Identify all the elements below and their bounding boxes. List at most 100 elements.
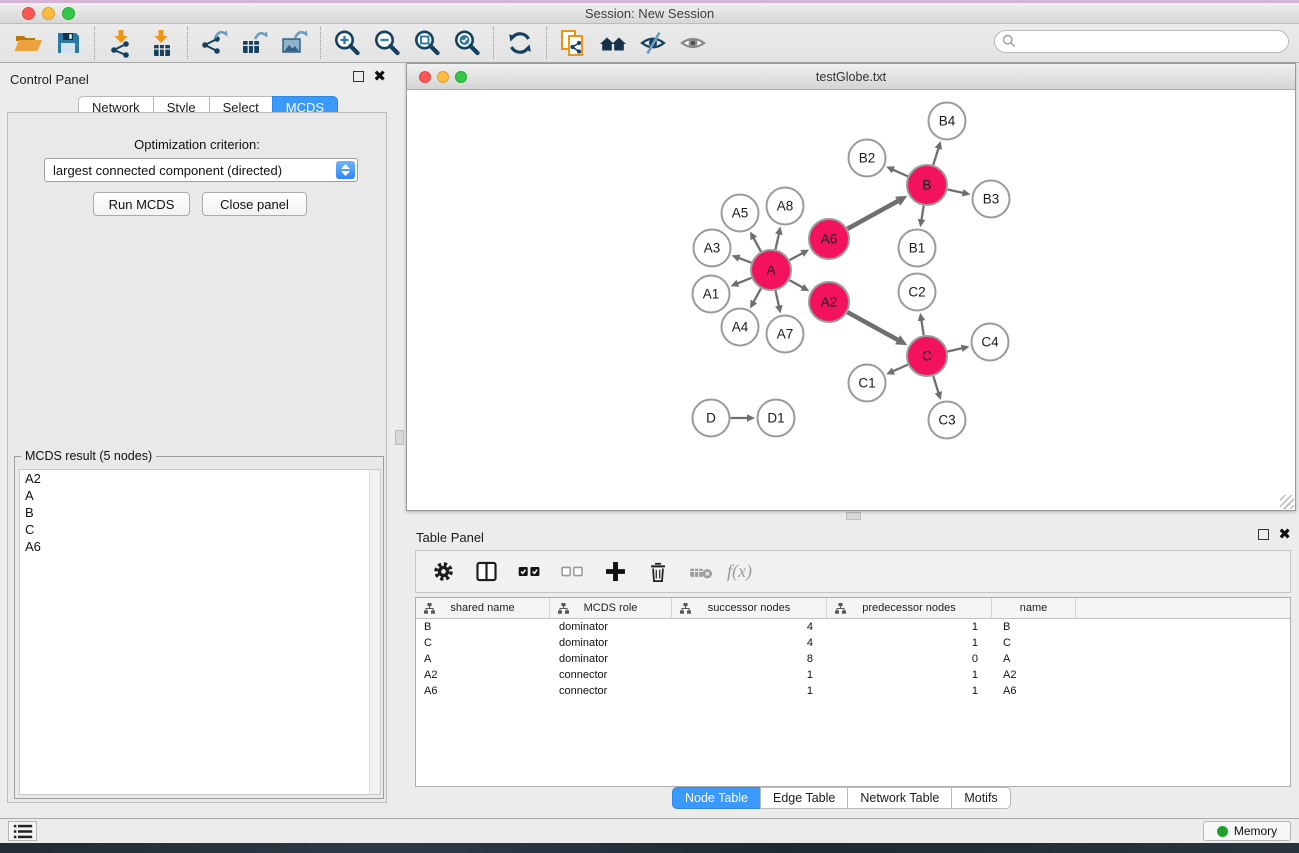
tab-network-table[interactable]: Network Table <box>847 787 952 809</box>
close-panel-icon[interactable]: ✖ <box>373 71 386 82</box>
tab-edge-table[interactable]: Edge Table <box>760 787 848 809</box>
close-panel-button[interactable]: Close panel <box>202 192 307 216</box>
mcds-result-list[interactable]: A2ABCA6 <box>19 469 381 795</box>
table-row[interactable]: A6connector11A6 <box>416 683 1290 699</box>
graph-node-C[interactable]: C <box>907 336 947 376</box>
table-cell[interactable]: A <box>416 653 550 665</box>
graph-node-C2[interactable]: C2 <box>899 274 936 311</box>
add-column-icon[interactable] <box>598 555 632 589</box>
graph-node-A7[interactable]: A7 <box>767 316 804 353</box>
graph-node-A5[interactable]: A5 <box>722 195 759 232</box>
graph-edge[interactable] <box>921 206 923 221</box>
graph-node-B[interactable]: B <box>907 165 947 205</box>
tab-motifs[interactable]: Motifs <box>951 787 1010 809</box>
graph-edge[interactable] <box>933 376 939 394</box>
table-cell[interactable]: 1 <box>827 685 992 697</box>
table-cell[interactable]: B <box>992 621 1076 633</box>
graph-edge[interactable] <box>753 237 761 251</box>
table-cell[interactable]: A2 <box>992 669 1076 681</box>
column-header-shared-name[interactable]: shared name <box>416 598 550 618</box>
graph-node-A8[interactable]: A8 <box>767 188 804 225</box>
table-row[interactable]: A2connector11A2 <box>416 667 1290 683</box>
splitter-grip[interactable] <box>395 430 404 445</box>
export-network-icon[interactable] <box>194 26 234 60</box>
graph-edge[interactable] <box>892 169 908 176</box>
graph-edge[interactable] <box>775 291 779 308</box>
graph-node-A4[interactable]: A4 <box>722 309 759 346</box>
float-panel-icon[interactable] <box>353 71 364 82</box>
export-table-icon[interactable] <box>234 26 274 60</box>
table-cell[interactable]: dominator <box>550 653 672 665</box>
result-item[interactable]: B <box>20 504 380 521</box>
result-item[interactable]: A <box>20 487 380 504</box>
graph-node-A2[interactable]: A2 <box>809 282 849 322</box>
save-icon[interactable] <box>48 26 88 60</box>
graph-node-A1[interactable]: A1 <box>693 276 730 313</box>
vertical-splitter[interactable] <box>394 63 406 818</box>
column-header-successor-nodes[interactable]: successor nodes <box>672 598 827 618</box>
select-all-icon[interactable] <box>512 555 546 589</box>
table-cell[interactable]: 1 <box>672 669 827 681</box>
table-cell[interactable]: C <box>992 637 1076 649</box>
graph-node-C1[interactable]: C1 <box>849 365 886 402</box>
resize-grip-icon[interactable] <box>1280 495 1294 509</box>
table-row[interactable]: Bdominator41B <box>416 619 1290 635</box>
eye-icon[interactable] <box>673 26 713 60</box>
table-cell[interactable]: 4 <box>672 637 827 649</box>
table-cell[interactable]: dominator <box>550 637 672 649</box>
result-item[interactable]: A2 <box>20 470 380 487</box>
refresh-icon[interactable] <box>500 26 540 60</box>
graph-edge[interactable] <box>933 147 939 165</box>
table-cell[interactable]: A6 <box>992 685 1076 697</box>
graph-edge[interactable] <box>847 312 899 340</box>
delete-icon[interactable] <box>641 555 675 589</box>
run-mcds-button[interactable]: Run MCDS <box>93 192 190 216</box>
table-cell[interactable]: B <box>416 621 550 633</box>
zoom-out-icon[interactable] <box>367 26 407 60</box>
export-image-icon[interactable] <box>274 26 314 60</box>
zoom-selected-icon[interactable] <box>447 26 487 60</box>
table-cell[interactable]: connector <box>550 685 672 697</box>
table-cell[interactable]: 8 <box>672 653 827 665</box>
zoom-in-icon[interactable] <box>327 26 367 60</box>
table-cell[interactable]: A <box>992 653 1076 665</box>
table-row[interactable]: Adominator80A <box>416 651 1290 667</box>
table-row[interactable]: Cdominator41C <box>416 635 1290 651</box>
float-panel-icon[interactable] <box>1258 529 1269 540</box>
graph-edge[interactable] <box>753 288 761 302</box>
memory-button[interactable]: Memory <box>1203 821 1291 841</box>
column-header-mcds-role[interactable]: MCDS role <box>550 598 672 618</box>
graph-edge[interactable] <box>738 258 752 263</box>
result-item[interactable]: A6 <box>20 538 380 555</box>
graph-edge[interactable] <box>948 189 965 193</box>
open-folder-icon[interactable] <box>8 26 48 60</box>
table-cell[interactable]: 1 <box>827 669 992 681</box>
splitter-grip[interactable] <box>846 512 861 520</box>
graph-edge[interactable] <box>921 319 924 335</box>
close-panel-icon[interactable]: ✖ <box>1278 529 1291 540</box>
graph-node-C4[interactable]: C4 <box>972 324 1009 361</box>
graph-edge[interactable] <box>790 253 804 260</box>
import-network-icon[interactable] <box>101 26 141 60</box>
graph-node-B4[interactable]: B4 <box>929 103 966 140</box>
graph-node-B2[interactable]: B2 <box>849 140 886 177</box>
result-item[interactable]: C <box>20 521 380 538</box>
graph-node-D[interactable]: D <box>693 400 730 437</box>
import-table-icon[interactable] <box>141 26 181 60</box>
tab-node-table[interactable]: Node Table <box>672 787 761 809</box>
column-header-predecessor-nodes[interactable]: predecessor nodes <box>827 598 992 618</box>
table-cell[interactable]: C <box>416 637 550 649</box>
network-graph[interactable]: B4B2BB3A8A5A6A3B1AA1C2A2A4A7C4CC1C3DD1 <box>407 90 1295 510</box>
column-header-name[interactable]: name <box>992 598 1076 618</box>
gear-icon[interactable] <box>426 555 460 589</box>
deselect-all-icon[interactable] <box>555 555 589 589</box>
graph-edge[interactable] <box>775 233 779 250</box>
table-cell[interactable]: 4 <box>672 621 827 633</box>
task-history-button[interactable] <box>8 821 37 841</box>
graph-node-B1[interactable]: B1 <box>899 230 936 267</box>
table-cell[interactable]: A2 <box>416 669 550 681</box>
horizontal-splitter[interactable] <box>406 511 1299 521</box>
graph-node-A6[interactable]: A6 <box>809 219 849 259</box>
graph-edge[interactable] <box>737 278 752 284</box>
table-cell[interactable]: A6 <box>416 685 550 697</box>
